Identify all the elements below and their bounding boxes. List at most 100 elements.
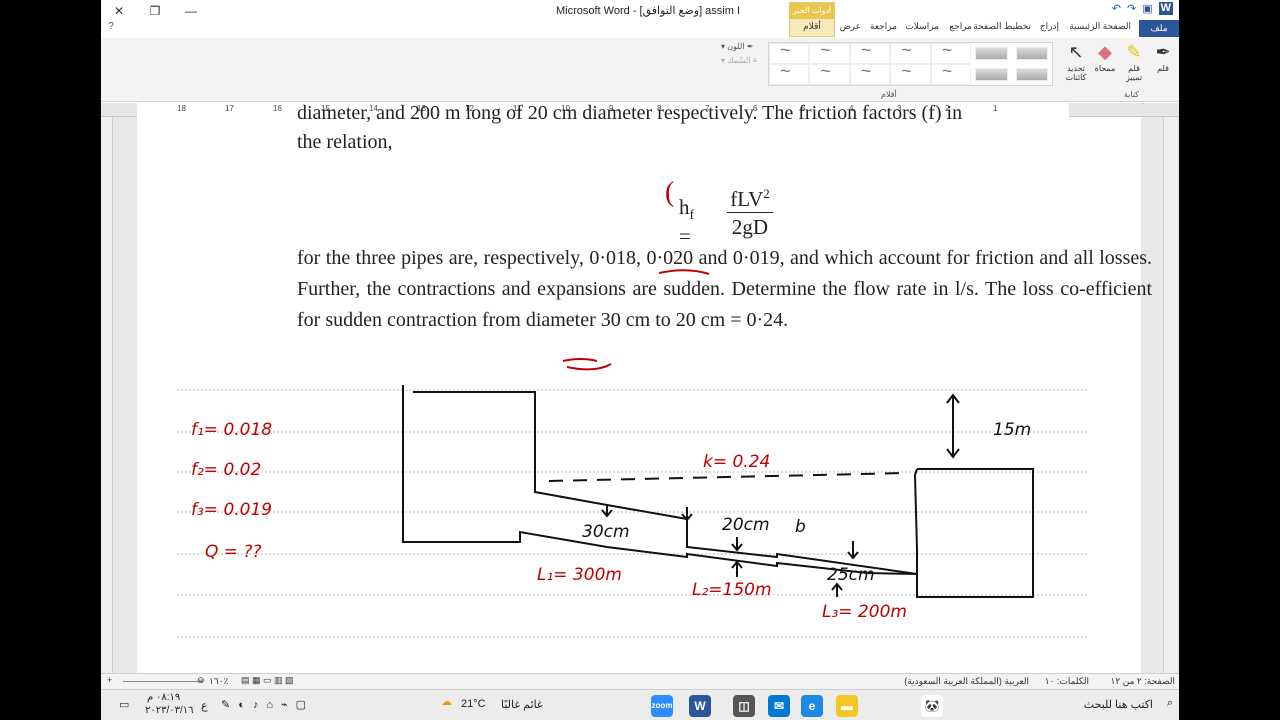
- weather-text[interactable]: غائم غالبًا: [501, 698, 543, 711]
- pen-style[interactable]: [809, 61, 850, 85]
- save-icon[interactable]: ▣: [1142, 2, 1152, 15]
- arrow-3: [731, 537, 743, 552]
- eraser-label: ممحاة: [1094, 64, 1116, 73]
- pen-style[interactable]: [975, 68, 1008, 81]
- tab-home[interactable]: الصفحة الرئيسية: [1069, 21, 1131, 32]
- pen-style[interactable]: [1015, 68, 1048, 81]
- select-objects-button[interactable]: ↖ تحديد كائنات: [1062, 40, 1090, 82]
- weather-icon: ☁: [441, 696, 452, 708]
- ink-layer: f₁= 0.018 f₂= 0.02 f₃= 0.019 Q = ?? k= 0…: [177, 269, 1089, 638]
- underline-l: [562, 358, 598, 362]
- vertical-ruler: [101, 117, 113, 673]
- tab-insert[interactable]: إدراج: [1040, 21, 1059, 32]
- pipe-sketch: [402, 385, 1034, 598]
- ink-l2: L₂=150m: [692, 580, 772, 600]
- minimize-icon[interactable]: —: [181, 2, 201, 20]
- color-swatch-icon: ✒: [746, 42, 754, 51]
- tab-mailings[interactable]: مراسلات: [905, 21, 939, 32]
- eraser-icon: ◆: [1098, 42, 1112, 62]
- ink-k: k= 0.24: [703, 452, 770, 472]
- underline-024: [566, 363, 612, 371]
- tab-references[interactable]: مراجع: [949, 21, 972, 32]
- undo-icon[interactable]: ↶: [1112, 2, 1121, 15]
- highlighter-button[interactable]: ✎ قلم تمييز: [1120, 40, 1148, 82]
- vertical-scrollbar[interactable]: [1163, 117, 1177, 673]
- restore-icon[interactable]: ❐: [145, 2, 165, 20]
- pen-button[interactable]: ✒ قلم: [1149, 40, 1177, 73]
- status-bar: الصفحة: ٢ من ١٢ الكلمات: ١٠ العربية (الم…: [101, 673, 1179, 689]
- ink-l3: L₃= 200m: [822, 602, 907, 622]
- ribbon-tabs: ملف الصفحة الرئيسية إدراج تخطيط الصفحة م…: [101, 20, 1179, 38]
- contextual-title: أدوات الحبر: [790, 3, 834, 19]
- thickness-dropdown[interactable]: ▾ السُمك ≡: [721, 56, 757, 65]
- pen-style[interactable]: [930, 61, 972, 85]
- clock-date[interactable]: ٢٠٢٣/٠٣/١٦: [145, 705, 194, 716]
- ink-q: Q = ??: [205, 542, 261, 562]
- zoom-in-icon[interactable]: +: [107, 675, 112, 685]
- underline-0018: [658, 269, 710, 275]
- arrow-1: [601, 505, 613, 518]
- panda-widget-icon[interactable]: 🐼: [921, 695, 943, 717]
- word-logo-icon: W: [1158, 2, 1173, 15]
- notification-icon[interactable]: ▭: [119, 698, 129, 711]
- pipe-top: [413, 391, 918, 575]
- pointer-icon: ↖: [1068, 42, 1084, 62]
- right-margin: [1141, 117, 1179, 673]
- ink-f2: f₂= 0.02: [191, 460, 261, 480]
- tab-review[interactable]: مراجعة: [870, 21, 897, 32]
- pens-gallery[interactable]: [768, 40, 1053, 86]
- color-dropdown[interactable]: ▾ اللون ✒: [721, 42, 754, 51]
- weather-temp[interactable]: 21°C: [461, 698, 486, 710]
- right-tank: [916, 468, 1034, 598]
- status-words[interactable]: الكلمات: ١٠: [1045, 676, 1089, 687]
- mail-icon[interactable]: ✉: [768, 695, 790, 717]
- ink-f3: f₃= 0.019: [191, 500, 272, 520]
- ink-l1: L₁= 300m: [537, 565, 622, 585]
- ink-b: b: [795, 517, 806, 537]
- clock-time[interactable]: ٠٨:١٩ م: [147, 692, 180, 703]
- file-explorer-icon[interactable]: ▬: [836, 695, 858, 717]
- task-view-icon[interactable]: ◫: [733, 695, 755, 717]
- zoom-app-icon[interactable]: zoom: [651, 695, 673, 717]
- left-tank-and-pipe: [402, 385, 918, 576]
- word-taskbar-icon[interactable]: W: [689, 695, 711, 717]
- ink-d3: 25cm: [827, 565, 875, 585]
- ruler-number: 16: [273, 104, 282, 113]
- ink-underlines: [562, 269, 710, 371]
- ruler-number: 17: [225, 104, 234, 113]
- arrow-4: [847, 541, 859, 560]
- tab-view[interactable]: عرض: [840, 21, 861, 32]
- edge-icon[interactable]: e: [801, 695, 823, 717]
- head-arrow: [946, 393, 960, 459]
- pen-style[interactable]: [769, 61, 810, 85]
- ink-head: 15m: [993, 420, 1031, 440]
- input-language[interactable]: ع: [201, 699, 208, 712]
- zoom-out-icon[interactable]: ⊖: [197, 675, 205, 686]
- pen-style[interactable]: [890, 61, 931, 85]
- ink-d2: 20cm: [722, 515, 770, 535]
- tab-file[interactable]: ملف: [1139, 20, 1179, 37]
- highlighter-icon: ✎: [1126, 42, 1142, 62]
- document-page[interactable]: diameter, and 200 m long of 20 cm diamet…: [177, 102, 1152, 673]
- quick-access-toolbar: ↶ ↷ ▣ W: [1112, 2, 1173, 15]
- arrow-5: [731, 560, 743, 577]
- status-language[interactable]: العربية (المملكة العربية السعودية): [904, 676, 1029, 687]
- ink-f1: f₁= 0.018: [191, 420, 272, 440]
- ink-d1: 30cm: [582, 522, 630, 542]
- view-buttons[interactable]: ▤ ▦ ▭ ▥ ▧: [241, 675, 294, 686]
- color-label: اللون: [727, 42, 745, 51]
- search-icon[interactable]: ⌕: [1167, 697, 1173, 710]
- redo-icon[interactable]: ↷: [1127, 2, 1136, 15]
- pen-style[interactable]: [975, 47, 1008, 60]
- zoom-level[interactable]: ١٦٠٪: [209, 676, 228, 687]
- tab-page-layout[interactable]: تخطيط الصفحة: [973, 21, 1031, 32]
- title-bar: ✕ ❐ — ? Microsoft Word - [وضع التوافق] a…: [101, 0, 1179, 32]
- status-page[interactable]: الصفحة: ٢ من ١٢: [1111, 676, 1175, 687]
- zoom-slider[interactable]: [123, 681, 203, 682]
- eraser-button[interactable]: ◆ ممحاة: [1091, 40, 1119, 73]
- taskbar-search[interactable]: اكتب هنا للبحث: [1084, 698, 1153, 711]
- pen-style[interactable]: [1015, 47, 1048, 60]
- pen-style[interactable]: [849, 61, 891, 85]
- tray-icons[interactable]: ✎◐♪⌂⌁▢: [221, 698, 314, 711]
- pen-icon: ✒: [1155, 42, 1171, 62]
